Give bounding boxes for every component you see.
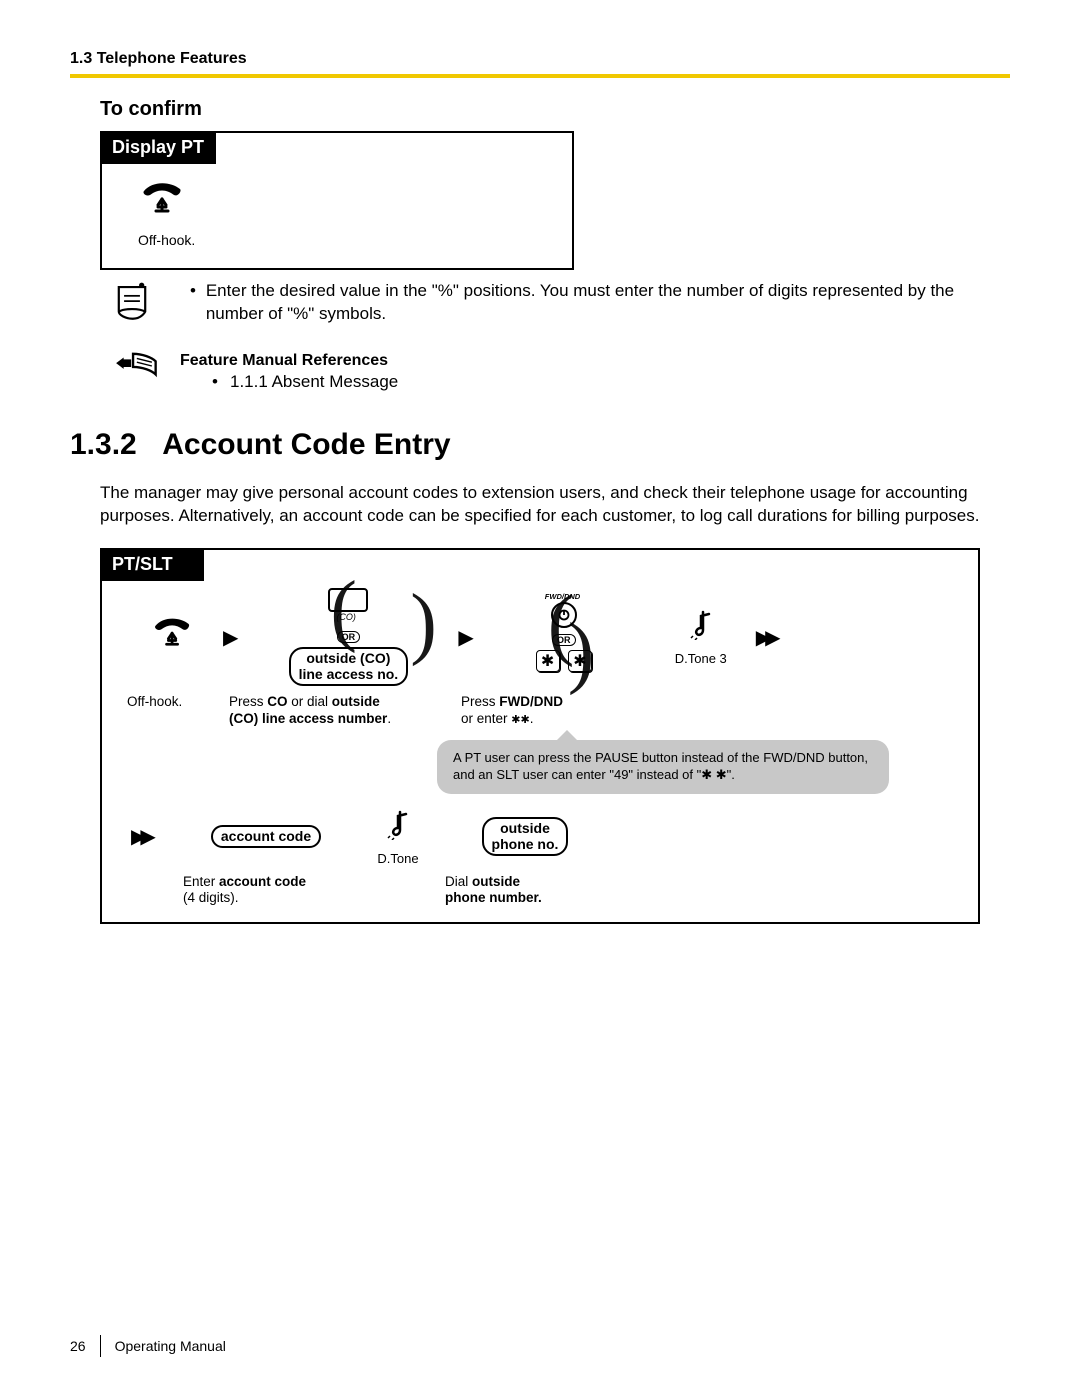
co-caption: Press CO or dial outside (CO) line acces… bbox=[229, 694, 451, 728]
account-code-caption: Enter account code(4 digits). bbox=[183, 874, 335, 908]
page-number: 26 bbox=[70, 1338, 100, 1354]
section-paragraph: The manager may give personal account co… bbox=[100, 482, 980, 528]
note-text: • Enter the desired value in the "%" pos… bbox=[180, 280, 1010, 330]
dial-tone-icon bbox=[384, 827, 412, 844]
reference-icon bbox=[110, 350, 160, 387]
feature-manual-references-heading: Feature Manual References bbox=[180, 350, 398, 372]
section-number: 1.3.2 bbox=[70, 428, 155, 462]
double-arrow-icon: ▶▶ bbox=[756, 625, 775, 650]
offhook-caption: Off-hook. bbox=[138, 232, 536, 248]
tab-ptslt: PT/SLT bbox=[100, 548, 204, 581]
right-brace-icon: ) bbox=[410, 583, 437, 663]
running-header: 1.3 Telephone Features bbox=[70, 50, 1010, 74]
outside-phone-pill: outsidephone no. bbox=[482, 817, 569, 856]
dtone-label: D.Tone bbox=[353, 851, 443, 866]
fwd-caption: Press FWD/DNDor enter ✱✱. bbox=[461, 694, 641, 728]
hint-bubble: A PT user can press the PAUSE button ins… bbox=[437, 740, 889, 794]
account-code-pill: account code bbox=[211, 825, 321, 848]
arrow-icon: ▶ bbox=[223, 625, 238, 650]
offhook-icon bbox=[138, 181, 188, 221]
header-rule bbox=[70, 74, 1010, 78]
subheading-to-confirm: To confirm bbox=[100, 98, 1010, 121]
double-arrow-icon: ▶▶ bbox=[131, 824, 181, 849]
note-icon bbox=[110, 280, 160, 329]
outside-phone-caption: Dial outsidephone number. bbox=[445, 874, 595, 908]
section-title: Account Code Entry bbox=[162, 428, 450, 461]
arrow-icon: ▶ bbox=[458, 625, 473, 650]
procedure-box-ptslt: PT/SLT ▶ ( OR outside (CO)line a bbox=[100, 548, 980, 924]
tab-display-pt: Display PT bbox=[100, 131, 216, 164]
co-button-icon bbox=[328, 588, 368, 612]
offhook-caption: Off-hook. bbox=[127, 694, 219, 728]
doc-title: Operating Manual bbox=[115, 1338, 226, 1354]
dial-tone-icon bbox=[687, 627, 715, 644]
offhook-icon bbox=[148, 616, 198, 656]
right-brace-icon: ) bbox=[568, 612, 595, 692]
reference-item: 1.1.1 Absent Message bbox=[230, 371, 398, 394]
dtone3-label: D.Tone 3 bbox=[656, 651, 746, 666]
page-footer: 26 Operating Manual bbox=[70, 1335, 226, 1357]
procedure-box-display-pt: Display PT Off-hook. bbox=[100, 131, 574, 270]
